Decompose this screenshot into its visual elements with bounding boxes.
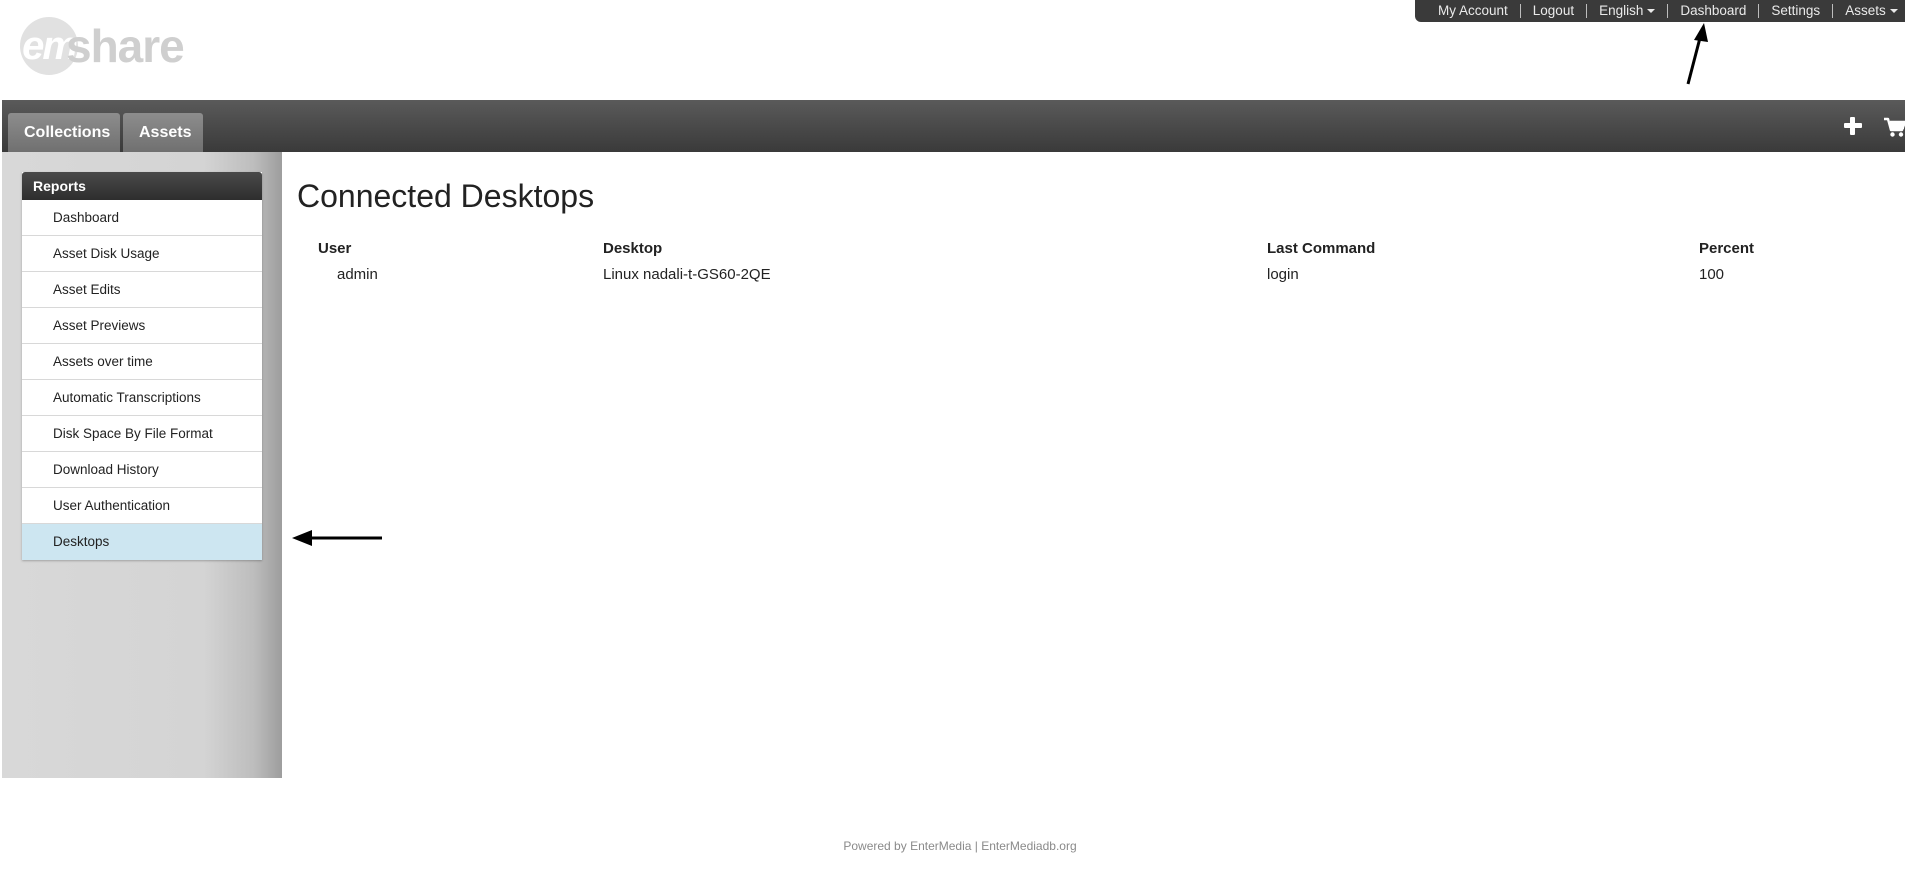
caret-down-icon bbox=[1647, 9, 1656, 13]
language-dropdown[interactable]: English bbox=[1586, 4, 1667, 18]
sidebar-item-asset-disk-usage[interactable]: Asset Disk Usage bbox=[22, 236, 262, 272]
annotation-arrow-up-icon bbox=[1686, 23, 1708, 85]
assets-dropdown[interactable]: Assets bbox=[1832, 4, 1905, 18]
entermediadb-link[interactable]: EnterMediadb.org bbox=[981, 839, 1076, 853]
entermedia-link[interactable]: EnterMedia bbox=[910, 839, 971, 853]
cell-desktop: Linux nadali-t-GS60-2QE bbox=[603, 266, 771, 283]
cell-percent: 100 bbox=[1699, 266, 1725, 283]
reports-header: Reports bbox=[22, 172, 262, 200]
tab-collections[interactable]: Collections bbox=[8, 113, 120, 152]
settings-link[interactable]: Settings bbox=[1758, 4, 1832, 18]
sidebar-item-user-authentication[interactable]: User Authentication bbox=[22, 488, 262, 524]
sidebar-item-dashboard[interactable]: Dashboard bbox=[22, 200, 262, 236]
sidebar-item-asset-edits[interactable]: Asset Edits bbox=[22, 272, 262, 308]
annotation-arrow-left-icon bbox=[292, 530, 382, 546]
language-label: English bbox=[1599, 3, 1644, 18]
column-header-last-command[interactable]: Last Command bbox=[1267, 240, 1375, 257]
main-nav-bar: Collections Assets bbox=[2, 100, 1905, 152]
sidebar-item-automatic-transcriptions[interactable]: Automatic Transcriptions bbox=[22, 380, 262, 416]
footer-prefix: Powered by bbox=[843, 839, 911, 853]
sidebar-item-assets-over-time[interactable]: Assets over time bbox=[22, 344, 262, 380]
reports-panel: Reports Dashboard Asset Disk Usage Asset… bbox=[22, 172, 262, 560]
plus-icon[interactable] bbox=[1843, 116, 1863, 136]
page-title: Connected Desktops bbox=[297, 178, 595, 214]
my-account-link[interactable]: My Account bbox=[1415, 4, 1520, 18]
column-header-desktop[interactable]: Desktop bbox=[603, 240, 662, 257]
logo-wordmark: share bbox=[66, 20, 185, 72]
sidebar-item-desktops[interactable]: Desktops bbox=[22, 524, 262, 560]
top-utility-bar: My Account Logout English Dashboard Sett… bbox=[1415, 0, 1905, 22]
emshare-logo[interactable]: em share bbox=[20, 16, 195, 76]
caret-down-icon bbox=[1889, 9, 1898, 13]
cell-last-command: login bbox=[1267, 266, 1299, 283]
footer: Powered by EnterMedia | EnterMediadb.org bbox=[0, 839, 1905, 853]
column-header-user[interactable]: User bbox=[318, 240, 351, 257]
tab-assets[interactable]: Assets bbox=[123, 113, 203, 152]
sidebar-item-download-history[interactable]: Download History bbox=[22, 452, 262, 488]
cart-icon[interactable] bbox=[1884, 116, 1905, 138]
cell-user: admin bbox=[337, 266, 378, 283]
logout-link[interactable]: Logout bbox=[1519, 4, 1586, 18]
footer-separator: | bbox=[971, 839, 982, 853]
dashboard-link[interactable]: Dashboard bbox=[1667, 4, 1758, 18]
column-header-percent[interactable]: Percent bbox=[1699, 240, 1754, 257]
sidebar-item-disk-space-by-file-format[interactable]: Disk Space By File Format bbox=[22, 416, 262, 452]
assets-menu-label: Assets bbox=[1845, 3, 1886, 18]
sidebar-item-asset-previews[interactable]: Asset Previews bbox=[22, 308, 262, 344]
